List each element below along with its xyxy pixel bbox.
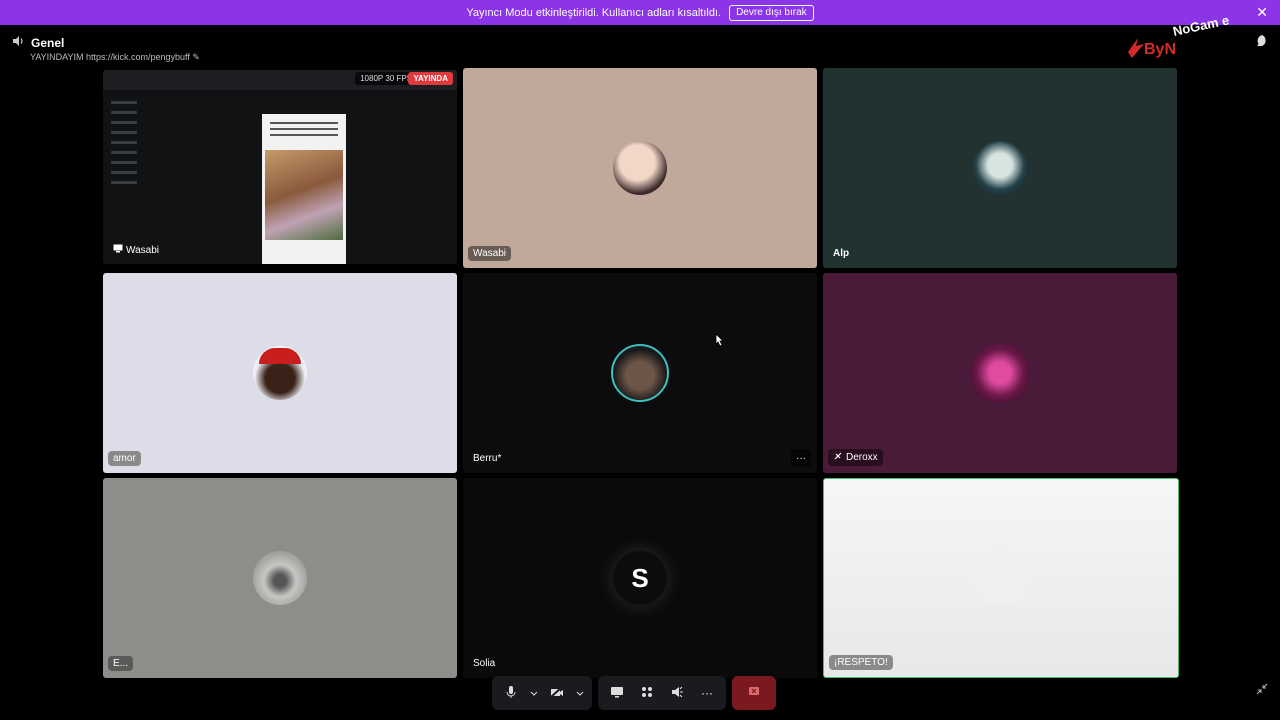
avatar <box>970 343 1030 403</box>
participant-tile[interactable]: Alp <box>823 68 1177 268</box>
tile-name: Deroxx <box>846 452 878 463</box>
tile-label: ¡RESPETO! <box>829 655 893 670</box>
edit-icon[interactable]: ✎ <box>192 52 200 62</box>
participant-tile[interactable]: E... <box>103 478 457 678</box>
stream-video-thumbnail <box>262 114 346 264</box>
camera-off-icon <box>550 685 564 701</box>
channel-header: Genel <box>12 35 64 50</box>
speaker-icon <box>12 35 25 50</box>
stream-tile[interactable]: 1080P 30 FPS YAYINDA Wasabi <box>103 70 457 264</box>
close-banner-icon[interactable]: ✕ <box>1256 4 1268 21</box>
participant-tile[interactable]: Berru* ··· <box>463 273 817 473</box>
disconnect-icon <box>747 684 761 702</box>
share-screen-button[interactable] <box>604 680 630 706</box>
tile-name: ¡RESPETO! <box>834 657 888 668</box>
participant-tile[interactable]: Deroxx <box>823 273 1177 473</box>
chat-icon[interactable] <box>1254 33 1270 54</box>
logo-by-text: ByN <box>1144 41 1176 58</box>
avatar <box>253 346 307 400</box>
avatar <box>613 141 667 195</box>
tile-label: Solia <box>468 656 500 671</box>
banner-text: Yayıncı Modu etkinleştirildi. Kullanıcı … <box>466 6 722 19</box>
activities-icon <box>641 686 653 701</box>
tile-name: Solia <box>473 658 496 669</box>
audio-video-group <box>492 676 592 710</box>
disconnect-button[interactable] <box>732 676 776 710</box>
tile-name: E... <box>113 658 129 669</box>
disable-streamer-mode-button[interactable]: Devre dışı bırak <box>729 4 814 21</box>
status-text: YAYINDAYIM https://kick.com/pengybuff <box>30 52 190 62</box>
more-button[interactable]: ··· <box>694 680 720 706</box>
soundboard-button[interactable] <box>664 680 690 706</box>
microphone-button[interactable] <box>498 680 524 706</box>
soundboard-icon <box>670 686 684 701</box>
tile-name: Wasabi <box>126 244 159 256</box>
channel-name: Genel <box>31 35 65 50</box>
avatar: S <box>613 551 667 605</box>
avatar <box>253 551 307 605</box>
tile-label: Deroxx <box>828 449 883 466</box>
microphone-options-button[interactable] <box>528 680 540 706</box>
camera-button[interactable] <box>544 680 570 706</box>
tile-label: Wasabi <box>468 246 511 261</box>
call-controls: ··· <box>492 676 776 710</box>
tile-name: Berru* <box>473 453 502 464</box>
live-badge: YAYINDA <box>408 72 453 85</box>
tile-label: amor <box>108 451 141 466</box>
activities-button[interactable] <box>634 680 660 706</box>
participant-tile[interactable]: ¡RESPETO! <box>823 478 1179 678</box>
activity-group: ··· <box>598 676 726 710</box>
mouse-cursor-icon <box>713 333 725 354</box>
deafened-icon <box>833 451 843 464</box>
screen-share-icon <box>610 686 624 701</box>
chevron-down-icon <box>576 686 584 700</box>
participant-tile[interactable]: amor <box>103 273 457 473</box>
exit-fullscreen-icon[interactable] <box>1256 682 1268 700</box>
avatar <box>974 551 1028 605</box>
stream-sidebar-thumbnail <box>107 94 157 184</box>
more-options-button[interactable]: ··· <box>791 449 811 467</box>
channel-status[interactable]: YAYINDAYIM https://kick.com/pengybuff ✎ <box>30 52 200 63</box>
tile-label: E... <box>108 656 134 671</box>
avatar <box>973 141 1027 195</box>
bynogame-logo: ByN NoGam e <box>1124 10 1234 60</box>
tile-label: Wasabi <box>108 242 164 258</box>
streamer-mode-banner: Yayıncı Modu etkinleştirildi. Kullanıcı … <box>0 0 1280 25</box>
chevron-down-icon <box>530 686 538 700</box>
tile-name: amor <box>113 453 136 464</box>
avatar <box>611 344 669 402</box>
tile-name: Alp <box>833 248 850 259</box>
microphone-icon <box>505 685 517 702</box>
screen-share-icon <box>113 244 123 256</box>
tile-label: Alp <box>828 246 854 261</box>
participant-tile[interactable]: S Solia <box>463 478 817 678</box>
camera-options-button[interactable] <box>574 680 586 706</box>
tile-label: Berru* <box>468 451 506 466</box>
tile-name: Wasabi <box>473 248 506 259</box>
logo-nogame-text: NoGam e <box>1172 12 1231 39</box>
participant-tile[interactable]: Wasabi <box>463 68 817 268</box>
